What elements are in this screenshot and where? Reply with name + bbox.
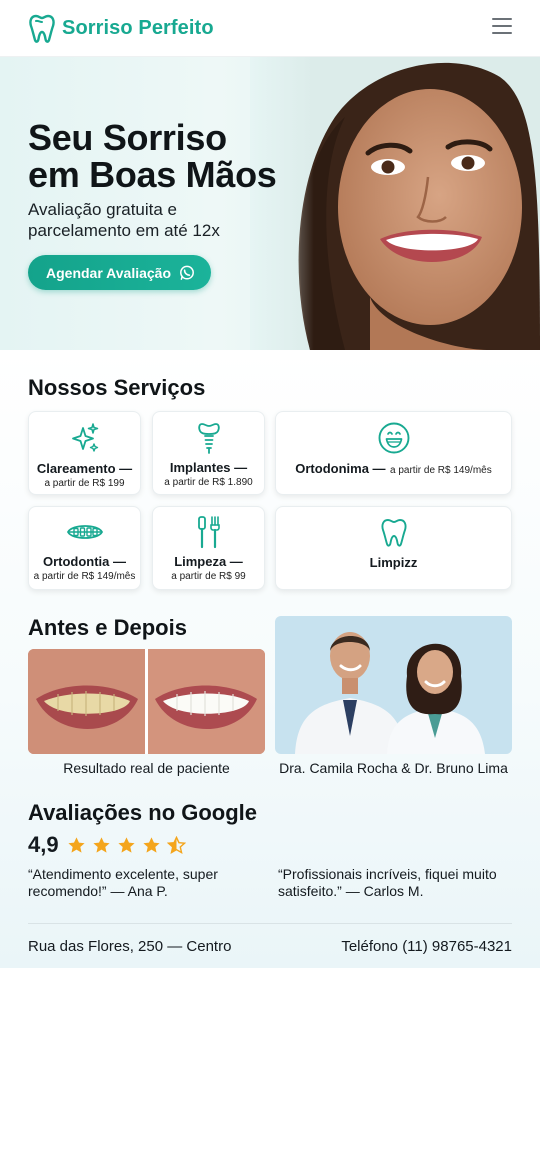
service-card-clareamento[interactable]: Clareamento — a partir de R$ 199 xyxy=(28,411,141,495)
service-price: a partir de R$ 149/mês xyxy=(390,465,492,476)
service-text: Ortodonima — a partir de R$ 149/mês xyxy=(276,460,511,478)
service-name: Implantes — xyxy=(169,460,248,475)
review-text-line-2: satisfeito.” — Carlos M. xyxy=(278,883,424,899)
service-name: Limpeza — xyxy=(174,554,243,569)
before-after-title: Antes e Depois xyxy=(28,615,187,640)
hero-woman-smiling-photo xyxy=(250,57,540,350)
brand-logo[interactable]: Sorriso Perfeito xyxy=(28,13,214,43)
tooth-icon xyxy=(29,14,55,43)
hero-subtitle: Avaliação gratuita e parcelamento em até… xyxy=(28,199,258,241)
service-name: Ortodontia — xyxy=(42,554,127,569)
google-rating: 4,9 xyxy=(28,832,186,858)
brand-name: Sorriso Perfeito xyxy=(62,16,214,39)
tooth-icon xyxy=(380,519,407,547)
header: Sorriso Perfeito xyxy=(0,0,540,57)
hero-banner: Seu Sorriso em Boas Mãos Avaliação gratu… xyxy=(0,57,540,350)
dentists-team-photo xyxy=(275,616,512,754)
star-icon xyxy=(118,836,135,853)
sparkle-icon xyxy=(71,423,98,452)
service-price: a partir de R$ 199 xyxy=(44,478,125,489)
review-text-line-1: “Profissionais incríveis, fiquei muito xyxy=(278,866,497,882)
star-icon xyxy=(68,836,85,853)
schedule-evaluation-button[interactable]: Agendar Avaliação xyxy=(28,255,212,290)
service-card-ortodontia[interactable]: Ortodontia — a partir de R$ 149/mês xyxy=(28,506,141,590)
implant-icon xyxy=(197,423,220,454)
main-content: Nossos Serviços Clareamento — a partir d… xyxy=(0,350,540,968)
review-2: “Profissionais incríveis, fiquei muito s… xyxy=(278,866,518,900)
whatsapp-icon xyxy=(180,265,194,280)
hero-title-line-2: em Boas Mãos xyxy=(28,154,277,195)
hero-subtitle-line-2: parcelamento em até 12x xyxy=(28,221,220,240)
service-card-ortodonima[interactable]: Ortodonima — a partir de R$ 149/mês xyxy=(275,411,512,495)
address: Rua das Flores, 250 — Centro xyxy=(28,938,232,955)
service-price: a partir de R$ 99 xyxy=(171,571,246,582)
braces-icon xyxy=(66,525,103,539)
toothbrush-icon xyxy=(197,516,220,549)
dentists-caption: Dra. Camila Rocha & Dr. Bruno Lima xyxy=(279,760,508,776)
review-text-line-2: recomendo!” — Ana P. xyxy=(28,883,168,899)
service-card-limpizz[interactable]: Limpizz xyxy=(275,506,512,590)
phone[interactable]: Teléfono (11) 98765-4321 xyxy=(341,938,512,955)
hero-subtitle-line-1: Avaliação gratuita e xyxy=(28,200,178,219)
service-price: a partir de R$ 1.890 xyxy=(164,477,253,488)
service-name: Clareamento — xyxy=(36,461,133,476)
reviews-title: Avaliações no Google xyxy=(28,800,258,825)
smile-icon xyxy=(378,422,409,454)
review-1: “Atendimento excelente, super recomendo!… xyxy=(28,866,258,900)
hamburger-menu-icon[interactable] xyxy=(492,18,512,36)
star-icon xyxy=(143,836,160,853)
before-after-caption: Resultado real de paciente xyxy=(63,760,230,776)
service-card-implantes[interactable]: Implantes — a partir de R$ 1.890 xyxy=(152,411,265,495)
service-card-limpeza[interactable]: Limpeza — a partir de R$ 99 xyxy=(152,506,265,590)
cta-label: Agendar Avaliação xyxy=(46,264,172,281)
services-title: Nossos Serviços xyxy=(28,375,206,400)
rating-value: 4,9 xyxy=(28,832,59,857)
hero-title-line-1: Seu Sorriso xyxy=(28,117,227,158)
half-star-icon xyxy=(166,835,186,854)
star-icon xyxy=(93,836,110,853)
service-price: a partir de R$ 149/mês xyxy=(33,571,136,582)
service-name: Ortodonima — xyxy=(295,461,386,476)
footer-divider xyxy=(28,923,512,924)
hero-title: Seu Sorriso em Boas Mãos xyxy=(28,119,277,193)
review-text-line-1: “Atendimento excelente, super xyxy=(28,866,218,882)
before-after-photo xyxy=(28,649,265,754)
service-name: Limpizz xyxy=(369,555,418,570)
